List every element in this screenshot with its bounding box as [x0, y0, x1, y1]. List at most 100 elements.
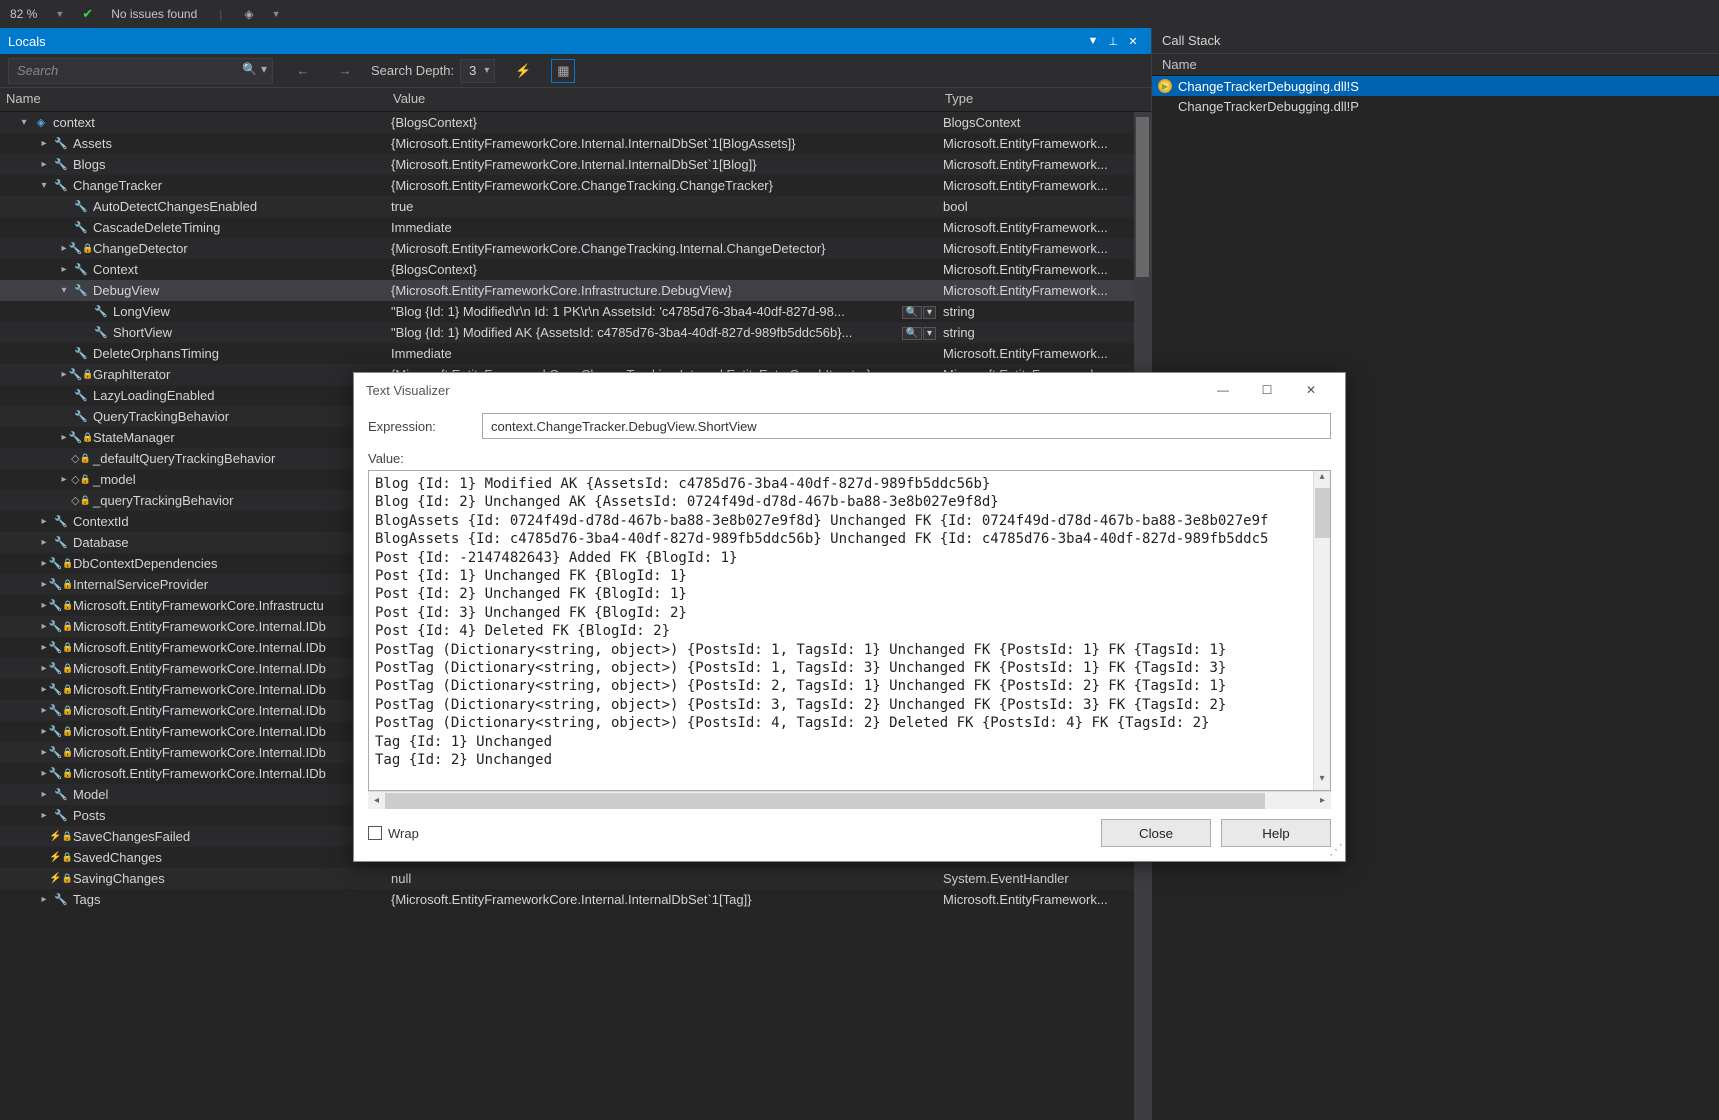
- tree-row[interactable]: ▸🔧Tags{Microsoft.EntityFrameworkCore.Int…: [0, 889, 1151, 910]
- minimize-icon[interactable]: —: [1201, 375, 1245, 405]
- expand-icon[interactable]: ▸: [58, 264, 70, 275]
- tag-icon[interactable]: ◈: [244, 7, 253, 21]
- chevron-down-icon[interactable]: ▼: [272, 9, 281, 19]
- maximize-icon[interactable]: ☐: [1245, 375, 1289, 405]
- object-icon: ◈: [33, 115, 49, 131]
- expand-icon[interactable]: ▸: [38, 159, 50, 170]
- zoom-level: 82 %: [10, 7, 37, 21]
- expand-icon[interactable]: ▾: [38, 180, 50, 191]
- chevron-down-icon[interactable]: ▾: [261, 62, 267, 76]
- scroll-thumb[interactable]: [1136, 117, 1149, 277]
- expand-icon[interactable]: ▸: [38, 810, 50, 821]
- scroll-right-icon[interactable]: ▸: [1314, 795, 1331, 806]
- pin-icon[interactable]: ⊥: [1103, 35, 1123, 48]
- row-value: Immediate: [391, 346, 452, 361]
- resize-grip-icon[interactable]: ⋰: [1329, 845, 1343, 859]
- tree-row[interactable]: ▸🔧ShortView⊶"Blog {Id: 1} Modified AK {A…: [0, 322, 1151, 343]
- row-type: Microsoft.EntityFramework...: [943, 346, 1108, 361]
- wrench-icon: 🔧: [93, 304, 109, 320]
- search-input[interactable]: [8, 58, 273, 84]
- wrench-icon: 🔧: [73, 220, 89, 236]
- text-visualizer-dialog: Text Visualizer — ☐ ✕ Expression: Value:…: [353, 372, 1346, 862]
- col-name[interactable]: Name: [0, 88, 387, 111]
- vertical-scrollbar[interactable]: ▴ ▾: [1313, 471, 1330, 790]
- status-bar: 82 % ▼ ✔ No issues found | ◈ ▼: [0, 0, 1719, 28]
- filter-icon[interactable]: ⚡: [511, 59, 535, 83]
- row-name: AutoDetectChangesEnabled: [93, 199, 257, 214]
- checkmark-icon: ✔: [82, 6, 93, 22]
- wrench-lock-icon: 🔧🔒: [53, 640, 69, 656]
- field-lock-icon: ◇🔒: [73, 493, 89, 509]
- row-name: GraphIterator: [93, 367, 170, 382]
- wrench-lock-icon: 🔧🔒: [53, 619, 69, 635]
- row-name: Model: [73, 787, 108, 802]
- back-button[interactable]: ←: [291, 59, 315, 83]
- tree-row[interactable]: ▸🔧DeleteOrphansTimingImmediateMicrosoft.…: [0, 343, 1151, 364]
- row-name: ContextId: [73, 514, 129, 529]
- row-value: {Microsoft.EntityFrameworkCore.ChangeTra…: [391, 241, 826, 256]
- row-type: Microsoft.EntityFramework...: [943, 283, 1108, 298]
- tree-row[interactable]: ▸🔧🔒ChangeDetector{Microsoft.EntityFramew…: [0, 238, 1151, 259]
- help-button[interactable]: Help: [1221, 819, 1331, 847]
- close-icon[interactable]: ✕: [1123, 35, 1143, 48]
- expand-icon[interactable]: ▾: [58, 285, 70, 296]
- col-value[interactable]: Value: [387, 88, 939, 111]
- callstack-row[interactable]: ChangeTrackerDebugging.dll!P: [1152, 96, 1719, 116]
- row-name: QueryTrackingBehavior: [93, 409, 229, 424]
- wrench-icon: 🔧: [53, 892, 69, 908]
- expression-input[interactable]: [482, 413, 1331, 439]
- callstack-col-name[interactable]: Name: [1152, 54, 1719, 76]
- value-textarea[interactable]: Blog {Id: 1} Modified AK {AssetsId: c478…: [368, 470, 1331, 791]
- scroll-up-icon[interactable]: ▴: [1314, 471, 1330, 488]
- row-name: ShortView: [113, 325, 172, 340]
- expand-icon[interactable]: ▸: [38, 894, 50, 905]
- col-type[interactable]: Type: [939, 88, 1151, 111]
- tree-row[interactable]: ▸🔧CascadeDeleteTimingImmediateMicrosoft.…: [0, 217, 1151, 238]
- expand-icon[interactable]: ▸: [38, 138, 50, 149]
- tree-row[interactable]: ▸🔧Blogs{Microsoft.EntityFrameworkCore.In…: [0, 154, 1151, 175]
- row-value: "Blog {Id: 1} Modified AK {AssetsId: c47…: [391, 325, 852, 340]
- search-icon[interactable]: 🔍: [242, 62, 257, 76]
- chevron-down-icon[interactable]: ▼: [55, 9, 64, 19]
- scroll-thumb[interactable]: [1315, 488, 1330, 538]
- scroll-down-icon[interactable]: ▾: [1314, 773, 1330, 790]
- grid-icon[interactable]: ▦: [551, 59, 575, 83]
- expand-icon[interactable]: ▸: [38, 789, 50, 800]
- expand-icon[interactable]: ▾: [18, 117, 30, 128]
- tree-row[interactable]: ▾◈context{BlogsContext}BlogsContext: [0, 112, 1151, 133]
- checkbox-icon[interactable]: [368, 826, 382, 840]
- row-name: SavedChanges: [73, 850, 162, 865]
- dialog-title-bar[interactable]: Text Visualizer — ☐ ✕: [354, 373, 1345, 407]
- row-name: LongView: [113, 304, 170, 319]
- horizontal-scrollbar[interactable]: ◂ ▸: [368, 791, 1331, 809]
- tree-row[interactable]: ▸🔧LongView"Blog {Id: 1} Modified\r\n Id:…: [0, 301, 1151, 322]
- expand-icon[interactable]: ▸: [38, 537, 50, 548]
- tree-row[interactable]: ▸🔧Context{BlogsContext}Microsoft.EntityF…: [0, 259, 1151, 280]
- wrap-checkbox[interactable]: Wrap: [368, 826, 419, 841]
- visualizer-button[interactable]: 🔍▾: [902, 306, 936, 319]
- row-value: {Microsoft.EntityFrameworkCore.Internal.…: [391, 157, 757, 172]
- expand-icon[interactable]: ▸: [38, 516, 50, 527]
- forward-button[interactable]: →: [333, 59, 357, 83]
- value-text: Blog {Id: 1} Modified AK {AssetsId: c478…: [369, 471, 1330, 774]
- scroll-thumb[interactable]: [385, 793, 1265, 809]
- close-button[interactable]: Close: [1101, 819, 1211, 847]
- search-depth-select[interactable]: 3: [460, 59, 495, 83]
- wrench-icon: 🔧: [53, 178, 69, 194]
- tree-row[interactable]: ▸🔧AutoDetectChangesEnabledtruebool: [0, 196, 1151, 217]
- tree-row[interactable]: ▾🔧ChangeTracker{Microsoft.EntityFramewor…: [0, 175, 1151, 196]
- scroll-left-icon[interactable]: ◂: [368, 795, 385, 806]
- tree-row[interactable]: ▸⚡🔒SavingChangesnullSystem.EventHandler: [0, 868, 1151, 889]
- visualizer-button[interactable]: 🔍▾: [902, 327, 936, 340]
- expand-icon[interactable]: ▸: [58, 474, 70, 485]
- row-name: StateManager: [93, 430, 175, 445]
- row-name: Blogs: [73, 157, 106, 172]
- row-type: Microsoft.EntityFramework...: [943, 220, 1108, 235]
- close-icon[interactable]: ✕: [1289, 375, 1333, 405]
- tree-row[interactable]: ▸🔧Assets{Microsoft.EntityFrameworkCore.I…: [0, 133, 1151, 154]
- callstack-row[interactable]: ▶ChangeTrackerDebugging.dll!S: [1152, 76, 1719, 96]
- tree-row[interactable]: ▾🔧DebugView{Microsoft.EntityFrameworkCor…: [0, 280, 1151, 301]
- row-value: {Microsoft.EntityFrameworkCore.Internal.…: [391, 892, 752, 907]
- row-type: bool: [943, 199, 968, 214]
- window-dropdown-icon[interactable]: ▼: [1083, 35, 1103, 47]
